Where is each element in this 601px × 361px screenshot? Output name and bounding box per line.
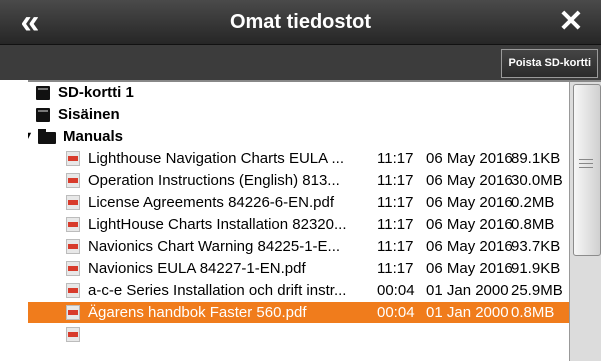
file-size: 0.8MB [511, 216, 555, 233]
sd-card-icon [36, 86, 50, 100]
tree-item-sd-card[interactable]: SD-kortti 1 [28, 82, 569, 103]
close-icon[interactable]: ✕ [549, 4, 593, 40]
pdf-file-icon [66, 151, 80, 166]
toolbar: Poista SD-kortti [0, 45, 601, 80]
file-date: 06 May 2016 [426, 238, 513, 255]
file-size: 91.9KB [511, 260, 561, 277]
file-name: Ägarens handbok Faster 560.pdf [88, 304, 307, 321]
eject-sd-card-button[interactable]: Poista SD-kortti [501, 49, 598, 78]
file-date: 06 May 2016 [426, 216, 513, 233]
file-row-selected[interactable]: Ägarens handbok Faster 560.pdf 00:04 01 … [28, 302, 569, 323]
file-row[interactable]: Navionics Chart Warning 84225-1-E... 11:… [28, 236, 569, 257]
file-size: 0.8MB [511, 304, 555, 321]
scrollbar-thumb[interactable] [573, 84, 601, 256]
file-name: Navionics Chart Warning 84225-1-E... [88, 238, 341, 255]
file-time: 11:17 [377, 194, 414, 211]
file-row[interactable]: Lighthouse Navigation Charts EULA ... 11… [28, 148, 569, 169]
file-name: Lighthouse Navigation Charts EULA ... [88, 150, 344, 167]
grip-line [579, 159, 593, 160]
pdf-file-icon [66, 327, 80, 342]
file-date: 06 May 2016 [426, 150, 513, 167]
file-row[interactable]: License Agreements 84226-6-EN.pdf 11:17 … [28, 192, 569, 213]
file-date: 01 Jan 2000 [426, 304, 509, 321]
file-time: 11:17 [377, 172, 414, 189]
file-row[interactable]: Operation Instructions (English) 813... … [28, 170, 569, 191]
file-time: 11:17 [377, 150, 414, 167]
internal-storage-icon [36, 108, 50, 122]
file-name: Operation Instructions (English) 813... [88, 172, 340, 189]
file-name: a-c-e Series Installation och drift inst… [88, 282, 347, 299]
file-row[interactable]: Navionics EULA 84227-1-EN.pdf 11:17 06 M… [28, 258, 569, 279]
file-row-partial[interactable] [28, 324, 569, 345]
pdf-file-icon [66, 305, 80, 320]
tree-item-label: Sisäinen [58, 106, 120, 123]
file-size: 25.9MB [511, 282, 563, 299]
file-size: 89.1KB [511, 150, 561, 167]
file-row[interactable]: LightHouse Charts Installation 82320... … [28, 214, 569, 235]
pdf-file-icon [66, 217, 80, 232]
file-time: 11:17 [377, 260, 414, 277]
folder-icon [38, 129, 56, 144]
page-title: Omat tiedostot [229, 11, 372, 33]
grip-line [579, 167, 593, 168]
tree-item-internal[interactable]: ▼ Sisäinen [28, 104, 569, 125]
file-size: 93.7KB [511, 238, 561, 255]
file-time: 11:17 [377, 216, 414, 233]
vertical-scrollbar[interactable] [569, 82, 601, 361]
pdf-file-icon [66, 173, 80, 188]
expand-triangle-icon[interactable]: ▼ [28, 126, 34, 147]
tree-item-label: SD-kortti 1 [58, 84, 134, 101]
file-browser-window: « Omat tiedostot ✕ Poista SD-kortti SD-k… [0, 0, 601, 361]
title-bar: « Omat tiedostot ✕ [0, 0, 601, 45]
file-name: Navionics EULA 84227-1-EN.pdf [88, 260, 306, 277]
file-row[interactable]: a-c-e Series Installation och drift inst… [28, 280, 569, 301]
file-date: 06 May 2016 [426, 260, 513, 277]
file-date: 06 May 2016 [426, 172, 513, 189]
file-name: License Agreements 84226-6-EN.pdf [88, 194, 334, 211]
tree-item-label: Manuals [63, 128, 124, 145]
pdf-file-icon [66, 283, 80, 298]
pdf-file-icon [66, 239, 80, 254]
pdf-file-icon [66, 195, 80, 210]
pdf-file-icon [66, 261, 80, 276]
file-date: 01 Jan 2000 [426, 282, 509, 299]
file-time: 00:04 [377, 304, 415, 321]
file-time: 11:17 [377, 238, 414, 255]
grip-line [579, 163, 593, 164]
file-name: LightHouse Charts Installation 82320... [88, 216, 347, 233]
file-size: 0.2MB [511, 194, 555, 211]
tree-item-manuals[interactable]: ▼ Manuals [28, 126, 569, 147]
file-date: 06 May 2016 [426, 194, 513, 211]
file-list: SD-kortti 1 ▼ Sisäinen ▼ Manuals Lightho… [28, 82, 569, 361]
file-time: 00:04 [377, 282, 415, 299]
file-size: 30.0MB [511, 172, 563, 189]
left-margin [0, 80, 28, 361]
